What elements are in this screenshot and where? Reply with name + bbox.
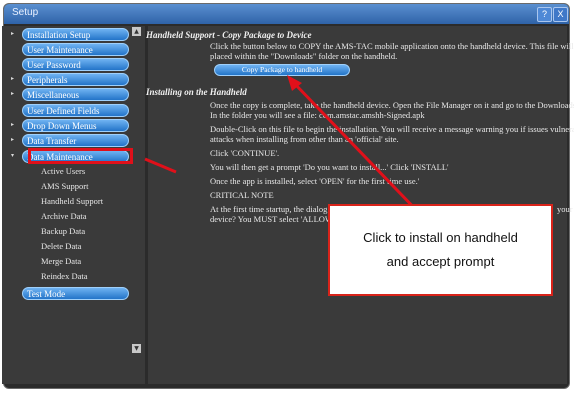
menu-drop-down-menus[interactable]: Drop Down Menus xyxy=(22,119,129,132)
section-title-copy: Handheld Support - Copy Package to Devic… xyxy=(146,30,312,40)
close-button[interactable]: X xyxy=(553,7,568,22)
install-step2-line1: Double-Click on this file to begin the i… xyxy=(210,124,574,134)
submenu-delete-data[interactable]: Delete Data xyxy=(41,241,81,251)
menu-miscellaneous[interactable]: Miscellaneous xyxy=(22,88,129,101)
install-step3: Click 'CONTINUE'. xyxy=(210,148,280,158)
menu-user-defined-fields[interactable]: User Defined Fields xyxy=(22,104,129,117)
expand-arrow-icon[interactable]: ▸ xyxy=(11,121,14,128)
submenu-handheld-support[interactable]: Handheld Support xyxy=(41,196,103,206)
submenu-backup-data[interactable]: Backup Data xyxy=(41,226,85,236)
install-step1-line2: In the folder you will see a file: com.a… xyxy=(210,110,425,120)
submenu-archive-data[interactable]: Archive Data xyxy=(41,211,87,221)
help-button[interactable]: ? xyxy=(537,7,552,22)
submenu-merge-data[interactable]: Merge Data xyxy=(41,256,81,266)
callout-line2: and accept prompt xyxy=(386,254,495,269)
submenu-ams-support[interactable]: AMS Support xyxy=(41,181,88,191)
menu-test-mode[interactable]: Test Mode xyxy=(22,287,129,300)
scroll-down-icon[interactable]: ▼ xyxy=(132,344,141,353)
callout-box: Click to install on handheld and accept … xyxy=(328,204,553,296)
section-title-install: Installing on the Handheld xyxy=(146,87,247,97)
submenu-reindex-data[interactable]: Reindex Data xyxy=(41,271,88,281)
menu-installation-setup[interactable]: Installation Setup xyxy=(22,28,129,41)
callout-line1: Click to install on handheld xyxy=(363,230,518,245)
expand-arrow-icon[interactable]: ▸ xyxy=(11,30,14,37)
install-step5: Once the app is installed, select 'OPEN'… xyxy=(210,176,420,186)
menu-peripherals[interactable]: Peripherals xyxy=(22,73,129,86)
install-step4: You will then get a prompt 'Do you want … xyxy=(210,162,449,172)
menu-data-transfer[interactable]: Data Transfer xyxy=(22,134,129,147)
install-step1-line1: Once the copy is complete, take the hand… xyxy=(210,100,574,110)
submenu-active-users[interactable]: Active Users xyxy=(41,166,85,176)
critical-note: CRITICAL NOTE xyxy=(210,190,274,200)
copy-description-line2: placed within the "Downloads" folder on … xyxy=(210,51,398,61)
copy-description-line1: Click the button below to COPY the AMS-T… xyxy=(210,41,574,51)
expand-arrow-icon[interactable]: ▸ xyxy=(11,75,14,82)
install-step6-line1-end: your xyxy=(557,204,573,214)
highlight-box xyxy=(28,148,133,164)
scroll-up-icon[interactable]: ▲ xyxy=(132,27,141,36)
copy-package-button[interactable]: Copy Package to handheld xyxy=(214,64,350,76)
expand-arrow-icon[interactable]: ▸ xyxy=(11,90,14,97)
menu-user-password[interactable]: User Password xyxy=(22,58,129,71)
install-step2-line2: attacks when installing from other than … xyxy=(210,134,399,144)
expand-arrow-icon[interactable]: ▸ xyxy=(11,136,14,143)
collapse-arrow-icon[interactable]: ▾ xyxy=(11,152,14,159)
title-bar: Setup ? X xyxy=(4,4,569,24)
menu-user-maintenance[interactable]: User Maintenance xyxy=(22,43,129,56)
window-title: Setup xyxy=(12,7,39,18)
